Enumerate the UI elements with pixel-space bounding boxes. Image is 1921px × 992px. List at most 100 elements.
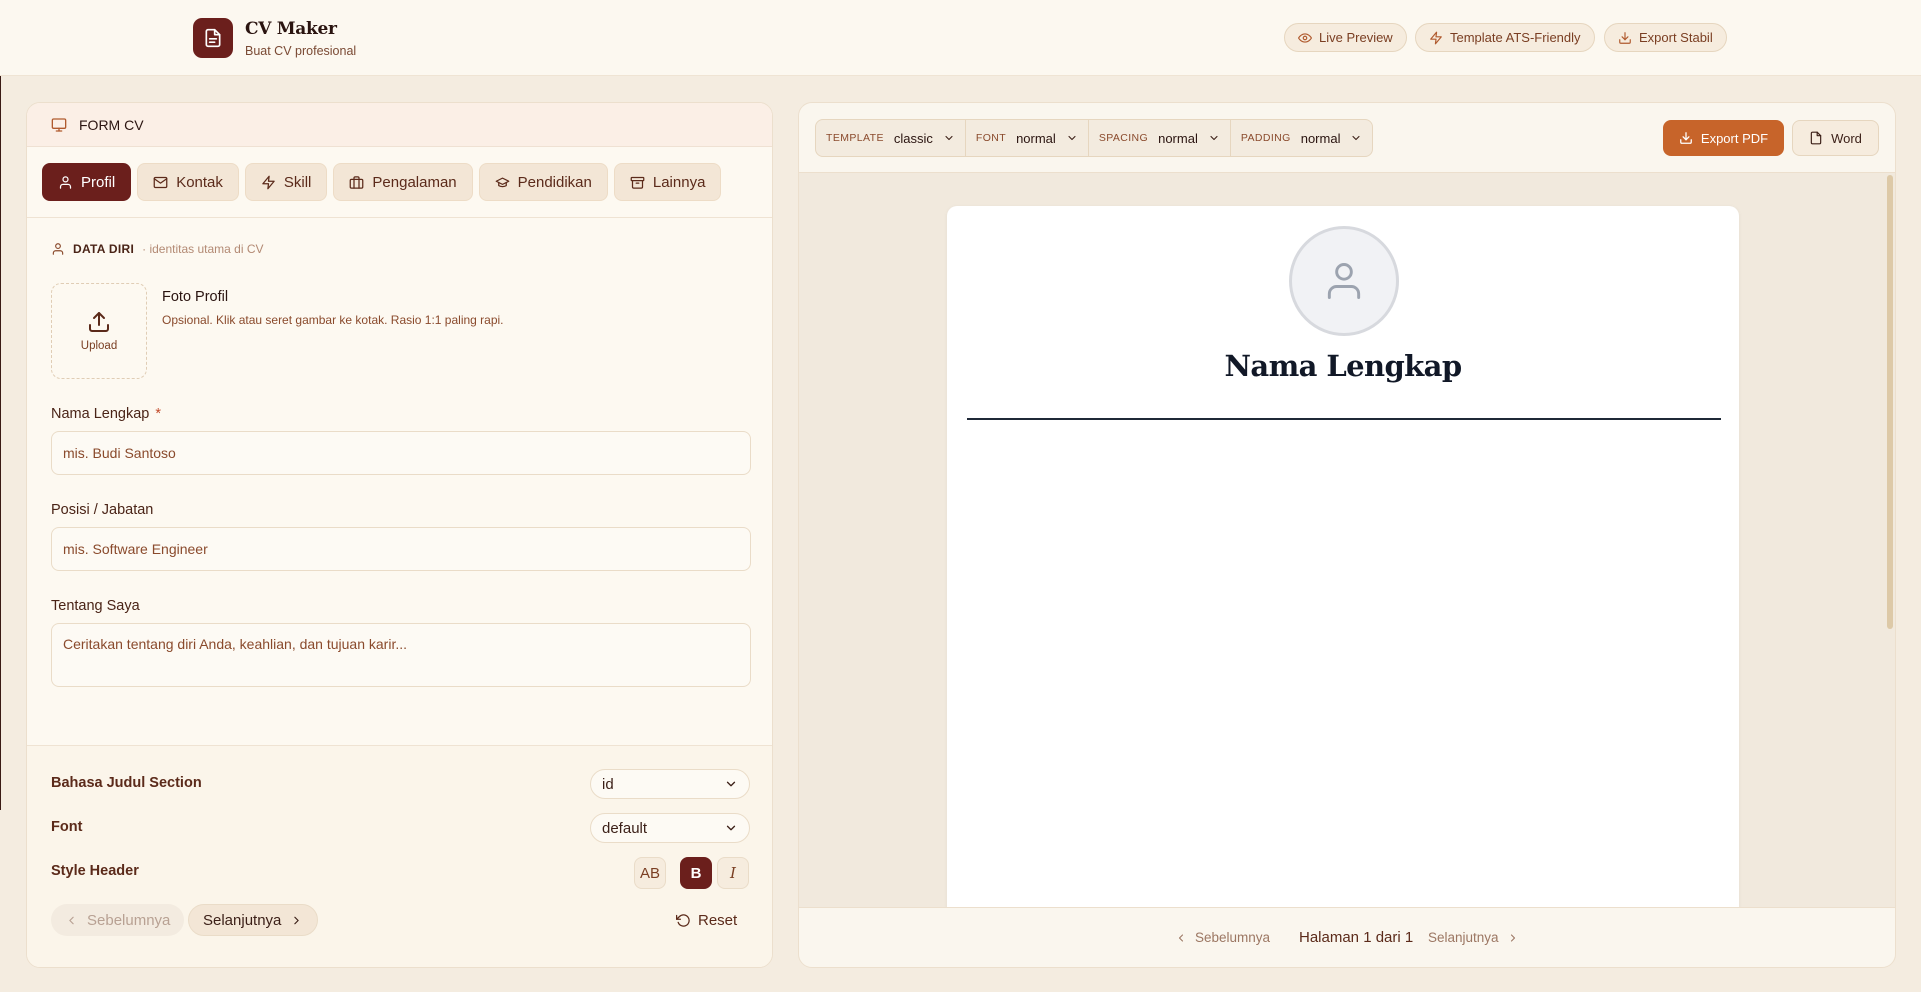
padding-select[interactable]: PADDING normal	[1231, 120, 1373, 156]
settings-divider	[27, 745, 772, 746]
bolt-icon	[262, 175, 275, 189]
preview-controls: TEMPLATE classic FONT normal SPACING nor…	[815, 119, 1374, 157]
chevron-right-icon	[1510, 933, 1515, 942]
style-bold-button[interactable]: B	[680, 857, 712, 889]
preview-toolbar: TEMPLATE classic FONT normal SPACING nor…	[799, 103, 1895, 173]
cv-divider	[967, 418, 1721, 420]
export-pdf-button[interactable]: Export PDF	[1663, 120, 1784, 156]
next-step-button[interactable]: Selanjutnya	[188, 904, 319, 936]
chevron-down-icon	[726, 781, 736, 787]
reset-icon	[676, 913, 690, 927]
chevron-left-icon	[1178, 933, 1184, 942]
form-panel-title: FORM CV	[79, 116, 144, 133]
user-icon	[59, 175, 72, 189]
pill-label: Live Preview	[1319, 30, 1393, 45]
photo-title: Foto Profil	[162, 289, 229, 305]
user-icon	[52, 243, 64, 255]
photo-upload-dropzone[interactable]: Upload	[51, 283, 147, 379]
tab-profil[interactable]: Profil	[42, 163, 132, 201]
tab-lainnya[interactable]: Lainnya	[613, 163, 722, 201]
spacing-value: normal	[1158, 130, 1198, 146]
tab-label: Kontak	[176, 173, 223, 191]
mail-icon	[153, 176, 168, 188]
prev-page-button[interactable]: Sebelumnya	[1175, 930, 1270, 945]
section-language-value: id	[602, 775, 614, 793]
live-preview-pill[interactable]: Live Preview	[1284, 23, 1407, 52]
tab-pendidikan[interactable]: Pendidikan	[478, 163, 608, 201]
tab-kontak[interactable]: Kontak	[137, 163, 239, 201]
ats-template-pill[interactable]: Template ATS-Friendly	[1415, 23, 1595, 52]
about-textarea[interactable]: Ceritakan tentang diri Anda, keahlian, d…	[51, 623, 751, 687]
tab-label: Profil	[81, 173, 116, 191]
upload-icon	[89, 312, 109, 332]
required-mark: *	[155, 406, 161, 422]
download-icon	[1619, 31, 1631, 44]
font-label: Font	[51, 819, 83, 835]
font-size-select[interactable]: FONT normal	[966, 120, 1089, 156]
position-field[interactable]: mis. Software Engineer	[51, 527, 751, 571]
name-label: Nama Lengkap *	[51, 406, 161, 422]
tab-label: Pendidikan	[517, 173, 592, 191]
chevron-down-icon	[1068, 135, 1076, 141]
preview-scrollbar[interactable]	[1887, 175, 1893, 629]
tab-label: Pengalaman	[372, 173, 457, 191]
padding-value: normal	[1300, 130, 1341, 146]
prev-step-label: Sebelumnya	[87, 911, 171, 929]
pill-label: Export Stabil	[1639, 30, 1713, 45]
style-italic-button[interactable]: I	[717, 857, 749, 889]
reset-button[interactable]: Reset	[676, 904, 737, 936]
section-language-label: Bahasa Judul Section	[51, 775, 202, 791]
form-tabs: Profil Kontak Skill Pengalaman Pendidika…	[42, 163, 722, 201]
about-textarea-placeholder: Ceritakan tentang diri Anda, keahlian, d…	[63, 636, 407, 652]
app-subtitle: Buat CV profesional	[245, 44, 357, 58]
photo-description: Opsional. Klik atau seret gambar ke kota…	[162, 313, 504, 327]
tab-label: Lainnya	[652, 173, 706, 191]
download-icon	[1680, 132, 1692, 144]
tab-label: Skill	[283, 173, 312, 191]
prev-step-button[interactable]: Sebelumnya	[51, 904, 185, 936]
chevron-down-icon	[945, 135, 953, 141]
spacing-key: SPACING	[1098, 132, 1149, 144]
font-value: default	[602, 819, 648, 837]
app-header: CV Maker Buat CV profesional Live Previe…	[0, 0, 1921, 76]
upload-label: Upload	[80, 340, 118, 352]
padding-key: PADDING	[1240, 132, 1291, 144]
tabs-divider	[27, 217, 772, 218]
section-title-text: DATA DIRI	[73, 242, 135, 256]
template-select[interactable]: TEMPLATE classic	[816, 120, 966, 156]
tab-skill[interactable]: Skill	[244, 163, 328, 201]
font-key: FONT	[975, 132, 1007, 144]
tab-pengalaman[interactable]: Pengalaman	[333, 163, 473, 201]
spacing-select[interactable]: SPACING normal	[1089, 120, 1231, 156]
prev-page-label: Sebelumnya	[1195, 930, 1271, 945]
name-field[interactable]: mis. Budi Santoso	[51, 431, 751, 475]
chevron-down-icon	[726, 825, 736, 831]
name-field-placeholder: mis. Budi Santoso	[63, 445, 176, 461]
font-value: normal	[1016, 130, 1056, 146]
monitor-icon	[51, 117, 67, 132]
eye-icon	[1298, 32, 1312, 43]
section-hint: · identitas utama di CV	[142, 242, 264, 256]
window-edge	[0, 0, 1, 810]
export-word-button[interactable]: Word	[1792, 120, 1879, 156]
cv-paper: Nama Lengkap	[947, 206, 1739, 966]
cv-name: Nama Lengkap	[1224, 349, 1462, 383]
reset-label: Reset	[698, 911, 738, 929]
font-select[interactable]: default	[590, 813, 750, 843]
preview-panel: TEMPLATE classic FONT normal SPACING nor…	[798, 102, 1896, 968]
next-step-label: Selanjutnya	[203, 911, 282, 929]
bolt-icon	[1430, 31, 1442, 44]
pill-label: Template ATS-Friendly	[1450, 30, 1581, 45]
style-header-label: Style Header	[51, 863, 139, 879]
page-indicator: Halaman 1 dari 1	[1299, 929, 1414, 946]
chevron-down-icon	[1210, 135, 1218, 141]
section-title: DATA DIRI · identitas utama di CV	[51, 242, 264, 256]
section-language-select[interactable]: id	[590, 769, 750, 799]
archive-icon	[630, 176, 645, 189]
export-stable-pill[interactable]: Export Stabil	[1604, 23, 1727, 52]
next-page-button[interactable]: Selanjutnya	[1428, 930, 1519, 945]
style-uppercase-button[interactable]: AB	[634, 857, 666, 889]
cv-avatar	[1289, 226, 1399, 336]
form-panel: FORM CV Profil Kontak Skill Pengalaman P…	[26, 102, 773, 968]
position-label: Posisi / Jabatan	[51, 502, 154, 518]
